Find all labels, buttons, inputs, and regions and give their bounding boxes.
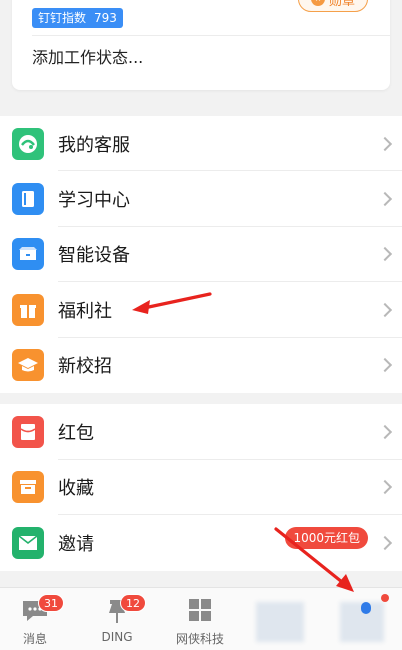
menu-item-label: 新校招	[58, 356, 112, 378]
tab-workspace[interactable]: 网侠科技	[170, 588, 230, 650]
bottom-tab-bar: 31 消息 12 DING 网侠科技	[0, 587, 402, 650]
ding-count-badge: 12	[120, 594, 146, 612]
card-divider	[32, 35, 390, 36]
index-value: 793	[94, 11, 117, 25]
profile-card: 钉钉指数 793 ★ 勋章 添加工作状态...	[12, 0, 390, 90]
book-icon	[12, 183, 44, 216]
chat-icon: 31	[20, 594, 64, 624]
menu-item-label: 我的客服	[58, 134, 130, 156]
menu-item-label: 红包	[58, 422, 94, 444]
chevron-right-icon	[377, 302, 393, 317]
menu-item-label: 智能设备	[58, 245, 130, 267]
chevron-right-icon	[377, 535, 393, 550]
chevron-right-icon	[377, 192, 393, 207]
annotation-arrow-welfare	[132, 292, 212, 314]
chevron-right-icon	[377, 358, 393, 373]
medal-label: 勋章	[328, 0, 355, 9]
menu-item-label: 邀请	[58, 533, 94, 555]
favorites-box-icon	[12, 471, 44, 504]
chevron-right-icon	[377, 136, 393, 151]
tab-label: DING	[101, 630, 133, 644]
menu-item-customer-service[interactable]: 我的客服	[0, 116, 402, 172]
menu-group-services: 我的客服 学习中心 智能设备 福利社 新校招	[0, 116, 402, 393]
dingtalk-index-badge[interactable]: 钉钉指数 793	[32, 8, 123, 28]
menu-item-label: 福利社	[58, 300, 112, 322]
menu-item-label: 收藏	[58, 478, 94, 500]
pin-icon: 12	[102, 594, 146, 624]
chevron-right-icon	[377, 424, 393, 439]
medal-icon: ★	[310, 0, 325, 6]
menu-item-red-packet[interactable]: 红包	[0, 404, 402, 460]
chevron-right-icon	[377, 247, 393, 262]
gift-icon	[12, 293, 44, 326]
profile-area: 钉钉指数 793 ★ 勋章 添加工作状态...	[0, 0, 402, 106]
me-avatar-icon	[361, 602, 371, 614]
menu-item-label: 学习中心	[58, 190, 130, 212]
menu-item-favorites[interactable]: 收藏	[0, 460, 402, 515]
grid-icon	[185, 598, 215, 624]
mail-icon	[12, 526, 44, 559]
tab-label: 消息	[22, 632, 47, 646]
tab-messages[interactable]: 31 消息	[12, 588, 64, 650]
tab-ding[interactable]: 12 DING	[94, 588, 146, 650]
device-icon	[12, 238, 44, 271]
tab-contacts-obscured[interactable]	[256, 602, 304, 642]
medal-button[interactable]: ★ 勋章	[298, 0, 368, 12]
red-packet-icon	[12, 415, 44, 448]
index-label: 钉钉指数	[38, 11, 87, 25]
menu-item-campus-recruitment[interactable]: 新校招	[0, 338, 402, 393]
notification-dot	[381, 594, 389, 602]
graduation-cap-icon	[12, 349, 44, 382]
menu-item-smart-devices[interactable]: 智能设备	[0, 227, 402, 283]
add-work-status[interactable]: 添加工作状态...	[32, 44, 143, 68]
tab-label: 网侠科技	[175, 632, 224, 646]
unread-count-badge: 31	[38, 594, 64, 612]
menu-item-learning-center[interactable]: 学习中心	[0, 171, 402, 227]
customer-service-icon	[12, 127, 44, 160]
chevron-right-icon	[377, 480, 393, 495]
annotation-arrow-me-tab	[274, 527, 354, 592]
